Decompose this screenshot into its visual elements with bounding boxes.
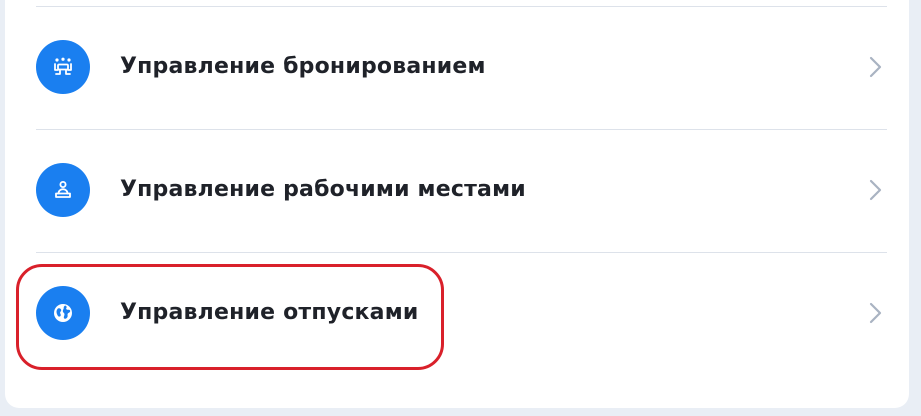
menu-item-vacation-management[interactable]: Управление отпусками: [36, 252, 887, 374]
booking-people-icon: [36, 40, 90, 94]
menu-item-label: Управление рабочими местами: [120, 177, 526, 202]
menu-item-workspace-management[interactable]: Управление рабочими местами: [36, 129, 887, 251]
menu-item-booking-management[interactable]: Управление бронированием: [36, 6, 887, 128]
chevron-right-icon: [869, 302, 882, 324]
menu-item-label: Управление отпусками: [120, 300, 419, 325]
chevron-right-icon: [869, 179, 882, 201]
globe-icon: [36, 286, 90, 340]
menu-item-label: Управление бронированием: [120, 54, 486, 79]
chevron-right-icon: [869, 56, 882, 78]
workspace-icon: [36, 163, 90, 217]
